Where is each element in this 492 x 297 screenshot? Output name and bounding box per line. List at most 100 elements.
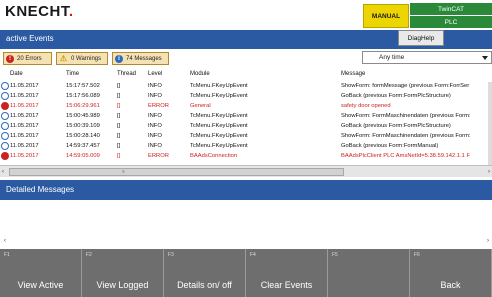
column-header-date[interactable]: Date xyxy=(10,71,23,77)
cell-message: BAAdsPlcClient PLC AmsNetId=5.38.59.142.… xyxy=(341,153,471,159)
fkey-number: F6 xyxy=(414,252,420,258)
cell-message: safety door opened xyxy=(341,103,391,109)
warning-icon: ⚠ xyxy=(59,53,68,63)
info-icon xyxy=(1,92,9,100)
table-header: Date Time Thread Level Module Message xyxy=(0,70,492,81)
fkey-label: View Logged xyxy=(96,280,149,290)
cell-time: 15:00:45.989 xyxy=(66,113,100,119)
diaghelp-button[interactable]: DiagHelp xyxy=(398,30,444,46)
fkey-number: F1 xyxy=(4,252,10,258)
table-row[interactable]: 11.05.2017 14:59:37.457 [] INFO TcMenu.FKeyU… xyxy=(0,142,488,151)
column-header-time[interactable]: Time xyxy=(66,71,79,77)
cell-thread: [] xyxy=(117,93,121,99)
cell-thread: [] xyxy=(117,123,121,129)
cell-thread: [] xyxy=(117,143,121,149)
scrollbar-thumb[interactable] xyxy=(9,168,344,176)
error-icon: ! xyxy=(6,54,14,63)
warnings-filter-label: 0 Warnings xyxy=(71,55,102,62)
cell-module: TcMenu.FKeyUpEvent xyxy=(190,123,248,129)
cell-thread: [] xyxy=(117,153,121,159)
cell-level: INFO xyxy=(148,123,162,129)
cell-date: 11.05.2017 xyxy=(10,113,39,119)
info-icon xyxy=(1,132,9,140)
scroll-left-icon[interactable]: ‹ xyxy=(2,169,4,175)
messages-filter-button[interactable]: i 74 Messages xyxy=(112,52,169,65)
cell-date: 11.05.2017 xyxy=(10,143,39,149)
cell-module: TcMenu.FKeyUpEvent xyxy=(190,113,248,119)
fkey-number: F3 xyxy=(168,252,174,258)
fkey-blank-button: F5 xyxy=(328,249,410,297)
cell-message: GoBack (previous Form:FormPlcStructure) xyxy=(341,93,451,99)
cell-time: 15:00:28.140 xyxy=(66,133,100,139)
cell-time: 14:59:37.457 xyxy=(66,143,100,149)
fkey-number: F4 xyxy=(250,252,256,258)
cell-module: TcMenu.FKeyUpEvent xyxy=(190,133,248,139)
table-row[interactable]: 11.05.2017 15:00:45.989 [] INFO TcMenu.FKeyU… xyxy=(0,112,488,121)
fkey-clear-events-button[interactable]: F4 Clear Events xyxy=(246,249,328,297)
warnings-filter-button[interactable]: ⚠ 0 Warnings xyxy=(56,52,108,65)
cell-time: 15:17:57.502 xyxy=(66,83,100,89)
cell-time: 14:59:05.009 xyxy=(66,153,100,159)
cell-date: 11.05.2017 xyxy=(10,123,39,129)
cell-thread: [] xyxy=(117,113,121,119)
cell-level: INFO xyxy=(148,83,162,89)
table-row[interactable]: 11.05.2017 15:17:57.502 [] INFO TcMenu.FKeyU… xyxy=(0,82,488,91)
fkey-number: F2 xyxy=(86,252,92,258)
cell-message: GoBack (previous Form:FormManual) xyxy=(341,143,439,149)
page-title: active Events xyxy=(6,34,54,43)
cell-message: ShowForm: FormMaschinendaten (previous F… xyxy=(341,133,471,139)
cell-message: ShowForm: formMessage (previous Form:For… xyxy=(341,83,470,89)
detailed-messages-panel: ‹ › xyxy=(0,200,492,249)
table-row[interactable]: 11.05.2017 15:17:56.089 [] INFO TcMenu.FKeyU… xyxy=(0,92,488,101)
fkey-details-on-off-button[interactable]: F3 Details on/ off xyxy=(164,249,246,297)
column-header-level[interactable]: Level xyxy=(148,71,162,77)
info-icon xyxy=(1,122,9,130)
fkey-back-button[interactable]: F6 Back xyxy=(410,249,492,297)
cell-message: GoBack (previous Form:FormPlcStructure) xyxy=(341,123,451,129)
app-header: KNECHT. MANUAL TwinCAT PLC xyxy=(0,0,492,30)
fkey-label: Back xyxy=(440,280,461,290)
fkey-view-logged-button[interactable]: F2 View Logged xyxy=(82,249,164,297)
events-table: 11.05.2017 15:17:57.502 [] INFO TcMenu.FKeyU… xyxy=(0,82,488,165)
table-row[interactable]: 11.05.2017 14:59:05.009 [] ERROR BAAdsConnec… xyxy=(0,152,488,161)
cell-module: General xyxy=(190,103,211,109)
column-header-module[interactable]: Module xyxy=(190,71,210,77)
scroll-right-icon[interactable]: › xyxy=(487,238,489,244)
table-row[interactable]: 11.05.2017 15:00:28.140 [] INFO TcMenu.FKeyU… xyxy=(0,132,488,141)
column-header-message[interactable]: Message xyxy=(341,71,365,77)
scroll-left-icon[interactable]: ‹ xyxy=(4,238,6,244)
cell-thread: [] xyxy=(117,103,121,109)
horizontal-scrollbar[interactable]: ‹ ≡ › xyxy=(0,165,492,177)
plc-status: PLC xyxy=(410,16,492,28)
cell-message: ShowForm: FormMaschinendaten (previous F… xyxy=(341,113,471,119)
info-icon xyxy=(1,142,9,150)
info-icon: i xyxy=(115,54,123,63)
fkey-label: Clear Events xyxy=(260,280,313,290)
errors-filter-button[interactable]: ! 20 Errors xyxy=(3,52,52,65)
error-icon xyxy=(1,152,9,160)
cell-level: INFO xyxy=(148,133,162,139)
cell-module: TcMenu.FKeyUpEvent xyxy=(190,143,248,149)
brand-logo: KNECHT. xyxy=(5,3,74,20)
table-row[interactable]: 11.05.2017 15:06:29.961 [] ERROR General safe… xyxy=(0,102,488,111)
table-row[interactable]: 11.05.2017 15:00:39.109 [] INFO TcMenu.FKeyU… xyxy=(0,122,488,131)
cell-time: 15:00:39.109 xyxy=(66,123,100,129)
detailed-messages-titlebar: Detailed Messages xyxy=(0,180,492,200)
info-icon xyxy=(1,112,9,120)
event-viewer-screen: KNECHT. MANUAL TwinCAT PLC active Events… xyxy=(0,0,492,297)
scroll-right-icon[interactable]: › xyxy=(488,169,490,175)
vertical-scrollbar[interactable] xyxy=(488,82,492,165)
chevron-down-icon xyxy=(482,56,488,60)
cell-module: TcMenu.FKeyUpEvent xyxy=(190,93,248,99)
cell-level: ERROR xyxy=(148,103,169,109)
time-filter-dropdown[interactable]: Any time xyxy=(362,51,492,64)
fkey-view-active-button[interactable]: F1 View Active xyxy=(0,249,82,297)
cell-time: 15:06:29.961 xyxy=(66,103,100,109)
column-header-thread[interactable]: Thread xyxy=(117,71,136,77)
info-icon xyxy=(1,82,9,90)
runtime-status: TwinCAT xyxy=(410,3,492,15)
cell-module: TcMenu.FKeyUpEvent xyxy=(190,83,248,89)
cell-thread: [] xyxy=(117,133,121,139)
cell-thread: [] xyxy=(117,83,121,89)
cell-module: BAAdsConnection xyxy=(190,153,238,159)
